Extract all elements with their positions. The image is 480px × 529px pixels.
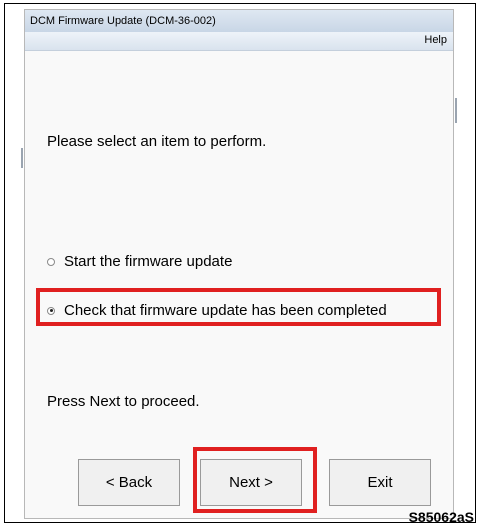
figure-code: S85062aS [408, 509, 474, 525]
window-title: DCM Firmware Update (DCM-36-002) [25, 10, 453, 32]
exit-button[interactable]: Exit [329, 459, 431, 506]
prompt-text: Please select an item to perform. [47, 133, 267, 150]
divider [455, 98, 457, 123]
option-start-firmware-update[interactable]: Start the firmware update [47, 253, 232, 270]
help-menu[interactable]: Help [424, 34, 447, 46]
callout-highlight-option [36, 288, 441, 326]
divider [21, 148, 23, 168]
menu-bar: Help [25, 32, 453, 51]
option-label: Start the firmware update [64, 253, 233, 270]
firmware-update-window: DCM Firmware Update (DCM-36-002) Help Pl… [24, 9, 454, 519]
callout-highlight-next [193, 447, 317, 513]
instruction-text: Press Next to proceed. [47, 393, 200, 410]
back-button[interactable]: < Back [78, 459, 180, 506]
radio-button[interactable] [47, 257, 55, 266]
